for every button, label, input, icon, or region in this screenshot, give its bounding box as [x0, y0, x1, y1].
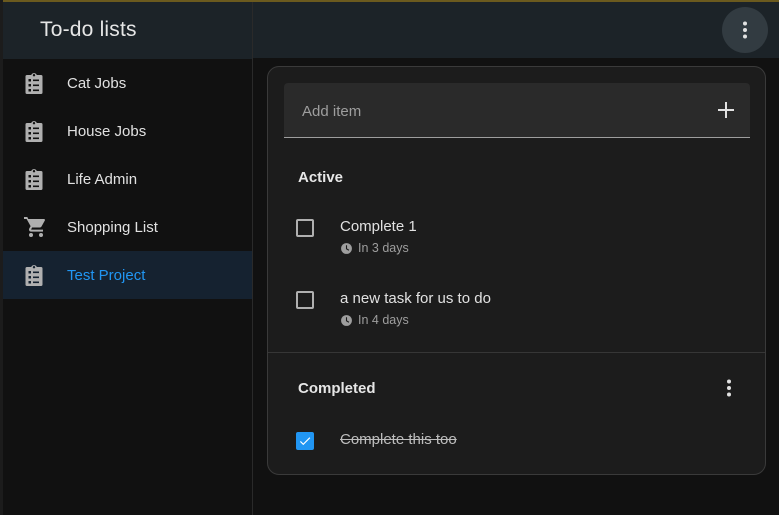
completed-section-title: Completed: [298, 380, 376, 397]
task-due: In 3 days: [340, 241, 409, 255]
dots-vertical-icon[interactable]: [717, 376, 741, 400]
task-item: a new task for us to do In 4 days: [294, 289, 744, 339]
sidebar-item-label: Life Admin: [67, 170, 138, 188]
task-title[interactable]: Complete 1: [340, 218, 417, 235]
dots-vertical-icon: [743, 21, 747, 39]
task-due-text: In 4 days: [358, 313, 409, 327]
sidebar-item-label: Cat Jobs: [67, 74, 127, 92]
sidebar-item-cat-jobs[interactable]: Cat Jobs: [3, 59, 252, 107]
sidebar-item-life-admin[interactable]: Life Admin: [3, 155, 252, 203]
task-checkbox[interactable]: [296, 219, 314, 237]
sidebar-item-label: Shopping List: [67, 218, 158, 236]
task-checkbox[interactable]: [296, 291, 314, 309]
clock-icon: [341, 242, 352, 254]
sidebar-item-test-project[interactable]: Test Project: [3, 251, 252, 299]
add-item-input[interactable]: [300, 83, 704, 139]
section-divider: [268, 352, 765, 353]
add-item-field: [284, 83, 750, 139]
todo-list-card: Active Complete 1 In 3 days a new task f…: [267, 66, 766, 475]
clipboard-list-icon: [23, 167, 47, 191]
task-due: In 4 days: [340, 313, 409, 327]
clipboard-list-icon: [23, 71, 47, 95]
sidebar-item-label: House Jobs: [67, 122, 147, 140]
sidebar-item-label: Test Project: [67, 266, 146, 284]
sidebar-item-house-jobs[interactable]: House Jobs: [3, 107, 252, 155]
sidebar-item-shopping-list[interactable]: Shopping List: [3, 203, 252, 251]
plus-icon[interactable]: [714, 98, 738, 122]
check-icon: [299, 437, 311, 446]
overflow-menu-button[interactable]: [722, 7, 768, 53]
task-due-text: In 3 days: [358, 241, 409, 255]
clipboard-list-icon: [23, 119, 47, 143]
sidebar-title: To-do lists: [40, 18, 137, 41]
clock-icon: [341, 314, 352, 326]
top-app-bar: [253, 2, 779, 58]
task-title[interactable]: Complete this too: [340, 431, 457, 448]
task-checkbox-checked[interactable]: [296, 432, 314, 450]
sidebar-header: To-do lists: [3, 2, 252, 59]
cart-icon: [23, 215, 47, 239]
sidebar: To-do lists Cat Jobs House Jobs Life Adm…: [3, 2, 253, 515]
active-section-title: Active: [298, 169, 344, 186]
task-title[interactable]: a new task for us to do: [340, 290, 491, 307]
clipboard-list-icon: [23, 263, 47, 287]
task-item: Complete 1 In 3 days: [294, 217, 744, 267]
task-item: Complete this too: [294, 430, 744, 474]
